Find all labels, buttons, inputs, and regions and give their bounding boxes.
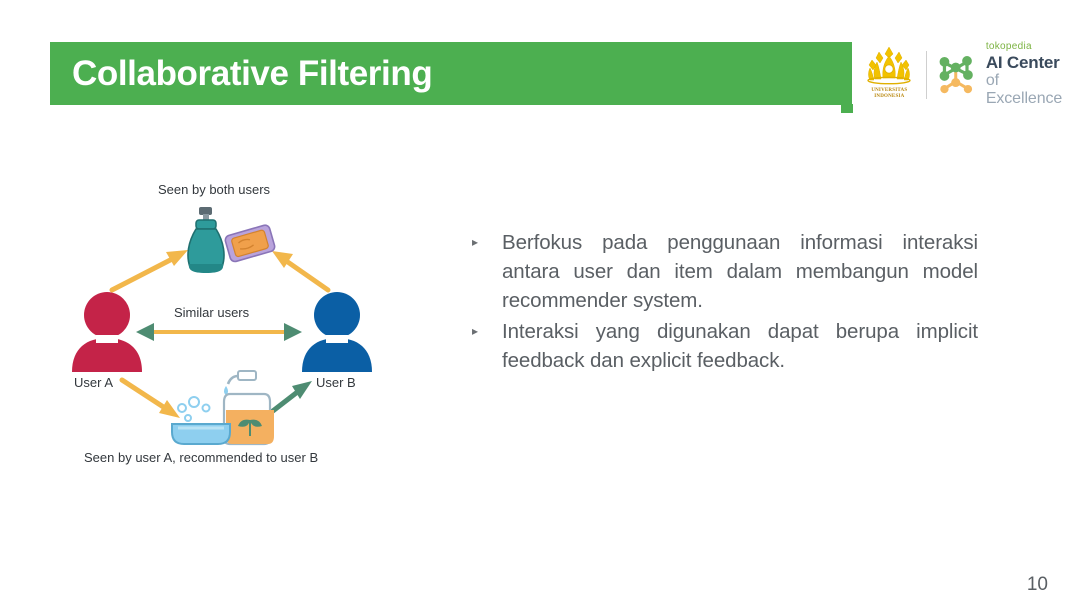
soap-bar-icon (224, 224, 276, 263)
diagram-label-top: Seen by both users (158, 182, 271, 197)
arrowhead-left (136, 323, 154, 341)
list-item: ▸ Berfokus pada penggunaan informasi int… (466, 228, 978, 315)
user-a-avatar (72, 292, 142, 372)
diagram-label-user-a: User A (74, 375, 114, 390)
logo-divider (925, 51, 927, 99)
makara-logo-caption: UNIVERSITAS INDONESIA (871, 88, 908, 99)
bullet-list: ▸ Berfokus pada penggunaan informasi int… (466, 228, 978, 377)
bullet-marker-icon: ▸ (472, 235, 479, 249)
bullet-text: Interaksi yang digunakan dapat berupa im… (502, 320, 978, 372)
makara-icon (867, 46, 912, 85)
network-nodes-icon (939, 56, 973, 94)
arrow-user-a-to-items (109, 253, 181, 293)
page-title: Collaborative Filtering (72, 54, 433, 93)
universitas-indonesia-makara-logo: UNIVERSITAS INDONESIA (862, 45, 917, 105)
arrow-user-b-to-items (279, 255, 331, 293)
diagram-label-bottom: Seen by user A, recommended to user B (84, 450, 319, 465)
tokopedia-ai-center-of-excellence-logo: tokopedia AI Center of Excellence (936, 42, 1074, 108)
bullet-marker-icon: ▸ (472, 324, 479, 338)
arrowhead-a-bottom (159, 400, 180, 418)
diagram-label-similar-users: Similar users (174, 305, 250, 320)
of-excellence-line: of Excellence (985, 72, 1063, 107)
logo-group: UNIVERSITAS INDONESIA tokopedia AI Cente… (862, 42, 1074, 108)
arrow-user-a-to-recommended (119, 377, 171, 413)
page-number: 10 (1026, 574, 1048, 595)
spray-bottle-icon (187, 207, 225, 273)
tokopedia-wordmark: tokopedia (985, 41, 1032, 52)
bullet-text: Berfokus pada penggunaan informasi inter… (502, 231, 978, 312)
diagram-label-user-b: User B (316, 375, 356, 390)
list-item: ▸ Interaksi yang digunakan dapat berupa … (466, 317, 978, 375)
soap-dispenser-icon (222, 370, 274, 446)
user-b-avatar (302, 292, 372, 372)
wash-basin-icon (171, 396, 231, 445)
ai-center-line: AI Center (985, 53, 1060, 72)
arrowhead-right (284, 323, 302, 341)
collaborative-filtering-diagram: Seen by both users Similar users User A … (60, 172, 440, 472)
